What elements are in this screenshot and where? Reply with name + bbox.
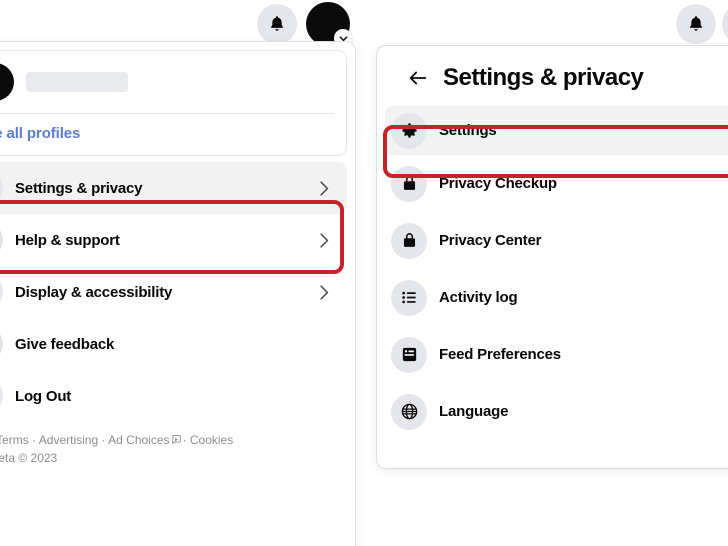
- menu-item-label: Help & support: [15, 231, 120, 249]
- lock-check-icon: [391, 165, 427, 202]
- menu-item-label: Settings: [439, 122, 497, 139]
- menu-item-label: Display & accessibility: [15, 283, 173, 301]
- menu-item-label: Give feedback: [15, 335, 115, 353]
- menu-item-privacy-checkup[interactable]: Privacy Checkup: [385, 155, 728, 212]
- menu-item-settings[interactable]: Settings: [385, 106, 728, 155]
- panel-footer: acy · Terms · Advertising · Ad Choices ·…: [0, 422, 355, 479]
- globe-icon: [391, 393, 427, 430]
- footer-links-tail: · Cookies: [182, 433, 234, 447]
- footer-links-line-2: re · Meta © 2023: [0, 451, 58, 465]
- logout-icon: [0, 378, 3, 414]
- profile-card: See all profiles: [0, 50, 347, 156]
- bell-icon: [686, 14, 706, 34]
- menu-item-label: Privacy Checkup: [439, 175, 557, 192]
- menu-item-activity-log[interactable]: Activity log: [385, 269, 728, 326]
- menu-item-settings-and-privacy[interactable]: Settings & privacy: [0, 162, 347, 214]
- chevron-right-icon: [314, 231, 333, 250]
- feed-card-icon: [391, 336, 427, 373]
- chevron-right-icon: [314, 283, 333, 302]
- profile-name: [26, 72, 128, 92]
- notifications-bell-button-right[interactable]: [676, 4, 716, 44]
- profile-row[interactable]: [0, 51, 346, 113]
- help-circle-icon: [0, 222, 3, 258]
- settings-and-privacy-panel: Settings & privacy Settings Privacy Chec…: [376, 45, 728, 469]
- gear-icon: [0, 170, 3, 206]
- menu-item-feed-preferences[interactable]: Feed Preferences: [385, 326, 728, 383]
- menu-item-label: Activity log: [439, 289, 518, 306]
- menu-item-label: Privacy Center: [439, 232, 542, 249]
- menu-item-give-feedback[interactable]: Give feedback: [0, 318, 347, 370]
- menu-item-label: Language: [439, 403, 509, 420]
- screenshot-root: See all profiles Settings & privacy: [0, 0, 728, 546]
- menu-item-language[interactable]: Language: [385, 383, 728, 440]
- account-menu-list: Settings & privacy Help & support Displa…: [0, 156, 355, 422]
- footer-links-text: acy · Terms · Advertising · Ad Choices: [0, 433, 170, 447]
- chevron-right-icon: [314, 179, 333, 198]
- arrow-left-icon[interactable]: [407, 67, 429, 89]
- page-title: Settings & privacy: [443, 64, 644, 91]
- menu-item-label: Settings & privacy: [15, 179, 143, 197]
- moon-icon: [0, 274, 3, 310]
- menu-item-help-and-support[interactable]: Help & support: [0, 214, 347, 266]
- account-avatar-left[interactable]: [306, 2, 352, 47]
- settings-menu-list: Settings Privacy Checkup Privacy Center …: [377, 106, 728, 440]
- feedback-icon: [0, 326, 3, 362]
- panel-header: Settings & privacy: [377, 46, 728, 106]
- bell-icon: [267, 14, 287, 34]
- avatar: [0, 63, 14, 101]
- account-menu-panel: See all profiles Settings & privacy: [0, 41, 356, 546]
- menu-item-privacy-center[interactable]: Privacy Center: [385, 212, 728, 269]
- menu-item-display-and-accessibility[interactable]: Display & accessibility: [0, 266, 347, 318]
- footer-links-line-1[interactable]: acy · Terms · Advertising · Ad Choices ·…: [0, 432, 343, 450]
- menu-item-label: Log Out: [15, 387, 72, 405]
- account-avatar-right[interactable]: [722, 4, 728, 44]
- lock-icon: [391, 222, 427, 259]
- ad-choices-icon: [171, 433, 182, 450]
- menu-item-label: Feed Preferences: [439, 346, 561, 363]
- list-icon: [391, 279, 427, 316]
- see-all-profiles-link[interactable]: See all profiles: [0, 114, 346, 155]
- menu-item-log-out[interactable]: Log Out: [0, 370, 347, 422]
- gear-icon: [391, 112, 427, 149]
- notifications-bell-button-left[interactable]: [257, 4, 297, 44]
